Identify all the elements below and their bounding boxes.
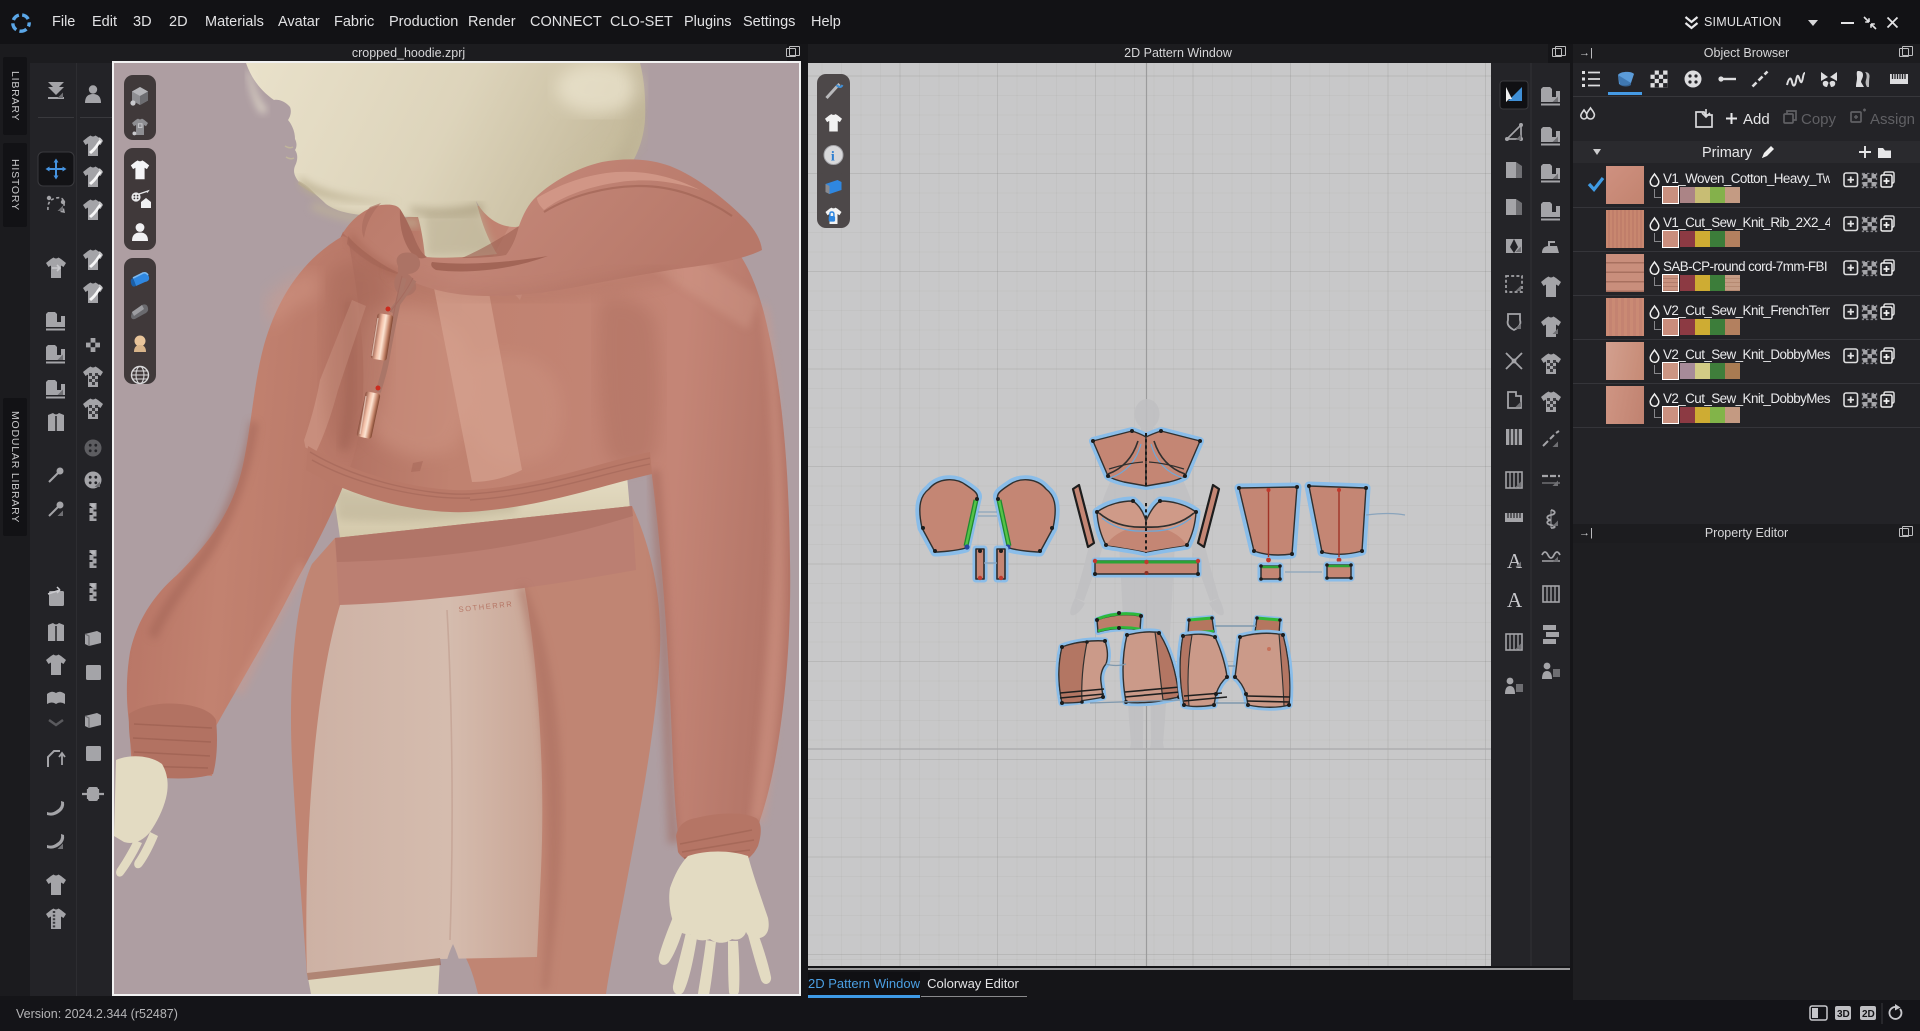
svg-text:2D: 2D <box>1862 1009 1875 1020</box>
svg-text:3D: 3D <box>1837 1009 1850 1020</box>
svg-text:i: i <box>831 150 835 165</box>
